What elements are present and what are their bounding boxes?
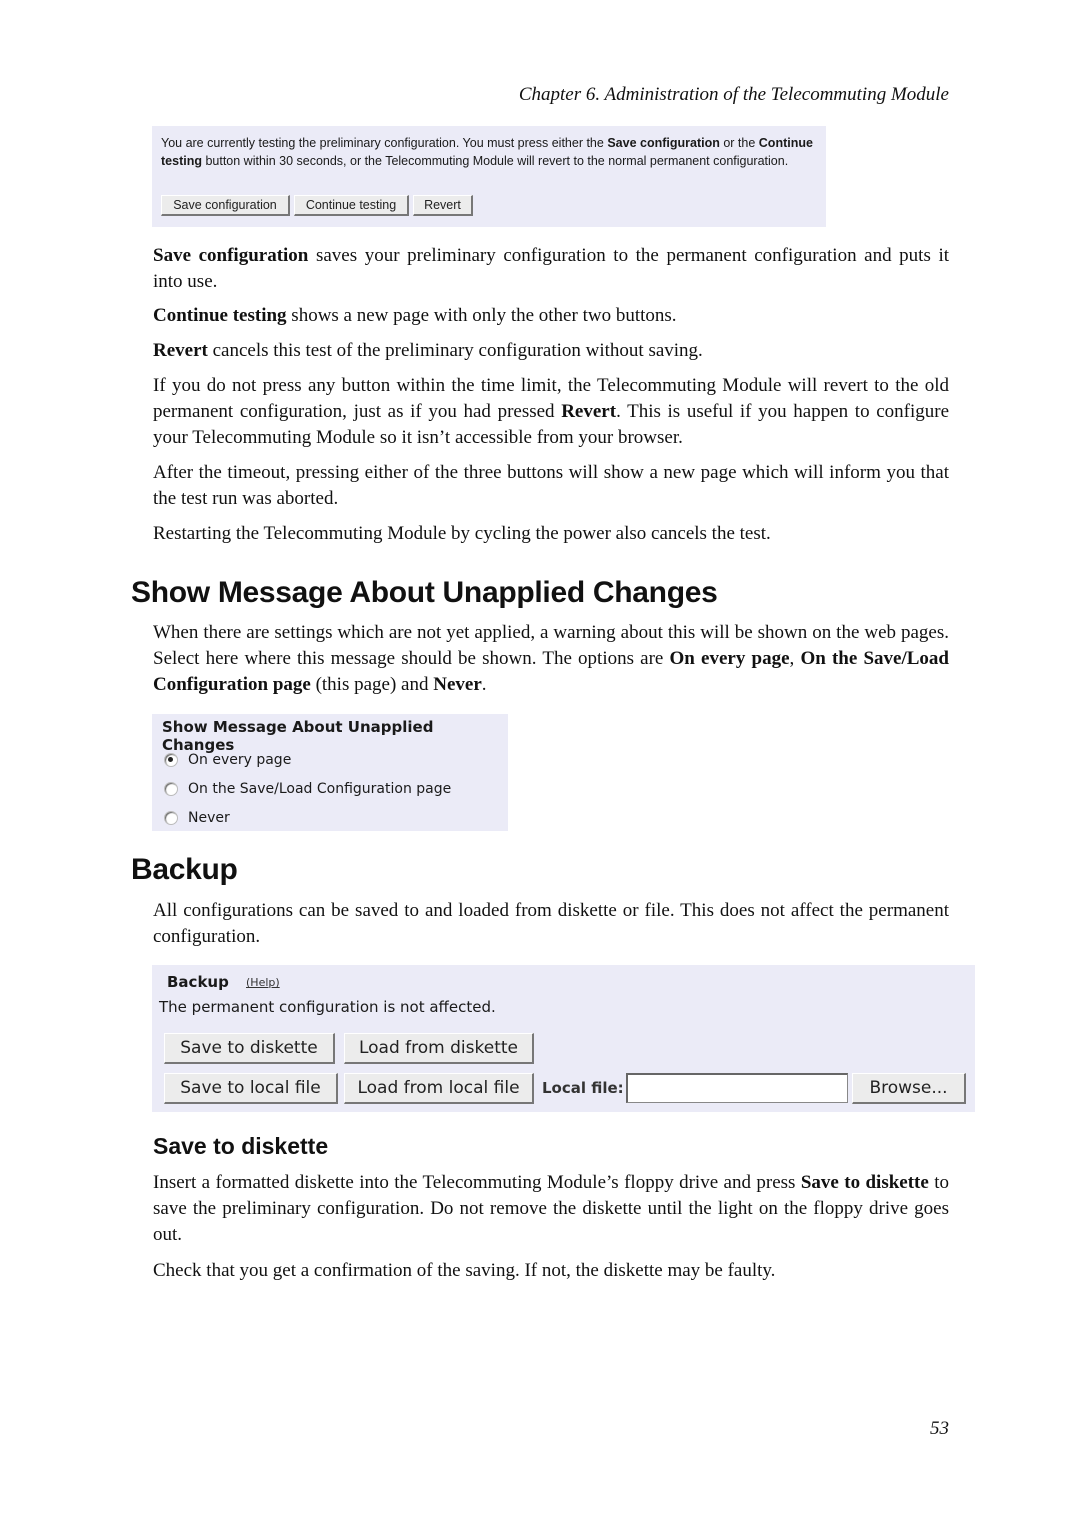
backup-panel: Backup (Help) The permanent configuratio…: [152, 965, 975, 1112]
local-file-input[interactable]: [626, 1073, 848, 1103]
page-number: 53: [930, 1418, 949, 1439]
radio-button-selected[interactable]: [164, 753, 178, 767]
backup-panel-title: Backup: [167, 973, 229, 991]
paragraph-unapplied-intro: When there are settings which are not ye…: [153, 622, 949, 695]
unapplied-changes-panel: Show Message About Unapplied Changes On …: [152, 714, 508, 831]
help-link[interactable]: (Help): [246, 976, 280, 989]
save-to-local-file-button[interactable]: Save to local file: [164, 1073, 338, 1104]
paragraph-backup-intro: All configurations can be saved to and l…: [153, 900, 949, 947]
paragraph-restart: Restarting the Telecommuting Module by c…: [153, 523, 771, 544]
option-on-every-page[interactable]: On every page: [164, 752, 291, 768]
radio-button[interactable]: [164, 811, 178, 825]
option-never[interactable]: Never: [164, 810, 230, 826]
local-file-label: Local file:: [542, 1079, 624, 1097]
load-from-local-file-button[interactable]: Load from local file: [344, 1073, 534, 1104]
heading-save-to-diskette: Save to diskette: [153, 1133, 329, 1159]
testing-message: You are currently testing the preliminar…: [161, 136, 813, 168]
paragraph-save-configuration: Save configuration saves your preliminar…: [153, 245, 950, 292]
paragraph-save-to-diskette: Insert a formatted diskette into the Tel…: [153, 1172, 950, 1245]
save-to-diskette-button[interactable]: Save to diskette: [164, 1033, 335, 1064]
heading-backup: Backup: [131, 853, 238, 886]
save-configuration-button[interactable]: Save configuration: [161, 195, 290, 216]
browse-button[interactable]: Browse...: [852, 1073, 966, 1104]
revert-button[interactable]: Revert: [413, 195, 473, 216]
unapplied-panel-title: Show Message About Unapplied Changes: [162, 718, 434, 754]
paragraph-after-timeout: After the timeout, pressing either of th…: [153, 462, 949, 509]
load-from-diskette-button[interactable]: Load from diskette: [344, 1033, 534, 1064]
running-head: Chapter 6. Administration of the Telecom…: [518, 84, 949, 105]
paragraph-timeout: If you do not press any button within th…: [153, 375, 950, 448]
paragraph-continue-testing: Continue testing shows a new page with o…: [153, 305, 677, 326]
option-on-save-load-page[interactable]: On the Save/Load Configuration page: [164, 781, 451, 797]
backup-note: The permanent configuration is not affec…: [159, 998, 496, 1016]
paragraph-revert: Revert cancels this test of the prelimin…: [153, 340, 703, 361]
continue-testing-button[interactable]: Continue testing: [294, 195, 409, 216]
radio-button[interactable]: [164, 782, 178, 796]
paragraph-check-confirmation: Check that you get a confirmation of the…: [153, 1260, 776, 1281]
heading-unapplied-changes: Show Message About Unapplied Changes: [131, 576, 718, 609]
testing-panel: You are currently testing the preliminar…: [152, 126, 826, 227]
